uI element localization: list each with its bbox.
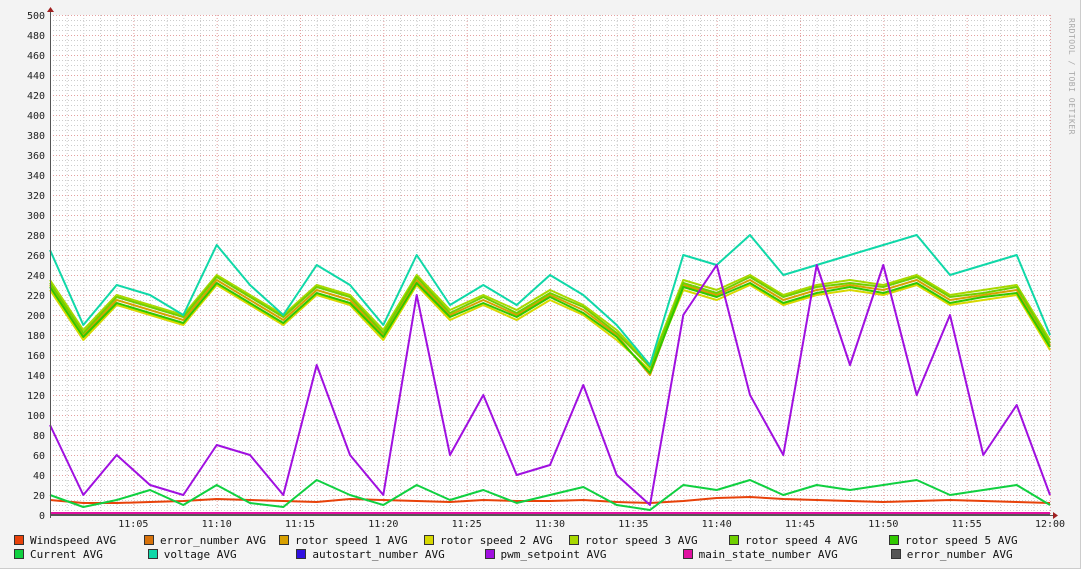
y-tick-label: 400 [27,111,45,122]
legend-label: error_number AVG [906,547,1013,561]
legend-item: pwm_setpoint AVG [484,547,683,561]
legend-item: rotor speed 1 AVG [279,534,424,547]
x-tick-label: 11:50 [868,519,898,530]
y-tick-label: 200 [27,311,45,322]
y-tick-label: 240 [27,271,45,282]
legend-item: Windspeed AVG [14,534,144,547]
legend: Windspeed AVG error_number AVG rotor speed… [14,533,1074,561]
legend-label: rotor speed 2 AVG [440,533,553,547]
legend-item: voltage AVG [147,547,297,561]
legend-item: rotor speed 5 AVG [889,534,1049,547]
y-tick-label: 420 [27,91,45,102]
legend-label: rotor speed 3 AVG [585,533,698,547]
legend-swatch [296,549,307,559]
legend-item: error_number AVG [144,534,279,547]
legend-swatch [279,535,289,545]
y-tick-label: 320 [27,191,45,202]
y-tick-label: 220 [27,291,45,302]
y-tick-label: 20 [33,491,45,502]
y-tick-label: 140 [27,371,45,382]
x-tick-label: 11:55 [952,519,982,530]
x-tick-label: 11:25 [452,519,482,530]
y-tick-label: 300 [27,211,45,222]
y-tick-label: 280 [27,231,45,242]
y-tick-label: 380 [27,131,45,142]
legend-item: rotor speed 4 AVG [729,534,889,547]
legend-swatch [484,549,495,559]
legend-item: main_state_number AVG [682,547,891,561]
y-tick-label: 120 [27,391,45,402]
legend-label: voltage AVG [163,547,237,561]
legend-swatch [14,535,24,545]
y-tick-label: 460 [27,51,45,62]
legend-item: error_number AVG [890,547,1074,561]
legend-item: autostart_number AVG [296,548,484,561]
y-tick-label: 80 [33,431,45,442]
y-tick-label: 260 [27,251,45,262]
x-tick-label: 11:15 [285,519,315,530]
y-tick-label: 160 [27,351,45,362]
y-tick-label: 0 [39,511,45,522]
legend-swatch [14,549,24,559]
y-tick-label: 60 [33,451,45,462]
y-tick-label: 500 [27,11,45,22]
y-tick-label: 40 [33,471,45,482]
legend-swatch [682,549,693,559]
x-tick-label: 11:35 [618,519,648,530]
x-tick-label: 12:00 [1035,519,1065,530]
x-tick-label: 11:45 [785,519,815,530]
legend-label: rotor speed 1 AVG [295,533,408,547]
y-tick-label: 360 [27,151,45,162]
legend-swatch [889,535,899,545]
x-tick-label: 11:40 [702,519,732,530]
x-axis-arrow [1053,512,1058,519]
legend-label: Windspeed AVG [30,533,117,547]
legend-item: rotor speed 2 AVG [424,534,569,547]
legend-swatch [890,549,901,559]
legend-swatch [569,535,579,545]
legend-label: autostart_number AVG [312,547,445,561]
x-tick-label: 11:30 [535,519,565,530]
y-axis-arrow [47,7,54,12]
watermark: RRDTOOL / TOBI OETIKER [1067,18,1076,135]
y-tick-label: 440 [27,71,45,82]
y-tick-label: 340 [27,171,45,182]
legend-label: rotor speed 5 AVG [905,533,1018,547]
chart-canvas: 0 20 40 60 80 100 120 140 160 180 200 220 240 260 280 3… [27,7,1065,530]
legend-label: rotor speed 4 AVG [745,533,858,547]
legend-swatch [144,535,154,545]
legend-label: Current AVG [30,547,103,561]
legend-label: pwm_setpoint AVG [500,547,607,561]
legend-swatch [729,535,739,545]
x-tick-label: 11:05 [118,519,148,530]
legend-swatch [424,535,434,545]
x-tick-label: 11:10 [202,519,232,530]
legend-item: Current AVG [14,548,148,561]
y-tick-label: 100 [27,411,45,422]
y-tick-label: 480 [27,31,45,42]
legend-item: rotor speed 3 AVG [569,534,729,547]
legend-label: main_state_number AVG [698,547,838,561]
y-tick-label: 180 [27,331,45,342]
rrd-graph: 0 20 40 60 80 100 120 140 160 180 200 220 240 260 280 3… [0,0,1081,569]
legend-swatch [147,549,158,559]
legend-label: error_number AVG [160,533,266,547]
x-tick-label: 11:20 [368,519,398,530]
